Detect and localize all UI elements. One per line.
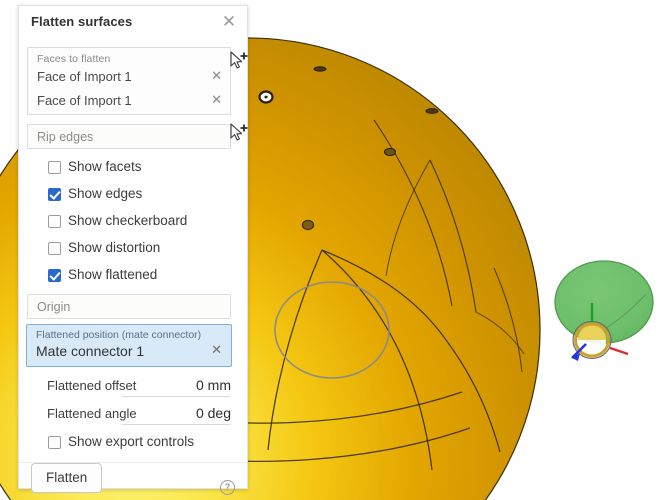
checkbox-row-show-distortion[interactable]: Show distortion (19, 240, 249, 260)
list-item[interactable]: Face of Import 1 ✕ (28, 66, 230, 90)
dialog-titlebar: Flatten surfaces ✕ (19, 6, 247, 39)
flattened-offset-row[interactable]: Flattened offset 0 mm (19, 377, 249, 399)
show-facets-checkbox[interactable] (48, 161, 61, 174)
faces-to-flatten-label: Faces to flatten (37, 53, 111, 65)
flattened-angle-value[interactable]: 0 deg (196, 405, 231, 421)
show-checkerboard-checkbox[interactable] (48, 215, 61, 228)
checkbox-row-show-checkerboard[interactable]: Show checkerboard (19, 213, 249, 233)
remove-icon[interactable]: ✕ (211, 69, 222, 84)
show-export-controls-checkbox[interactable] (48, 436, 61, 449)
list-item[interactable]: Face of Import 1 ✕ (28, 90, 230, 114)
show-edges-checkbox[interactable] (48, 188, 61, 201)
flattened-position-label: Flattened position (mate connector) (36, 329, 202, 341)
dialog-title: Flatten surfaces (31, 14, 133, 29)
flattened-angle-row[interactable]: Flattened angle 0 deg (19, 405, 249, 427)
flattened-offset-value[interactable]: 0 mm (196, 377, 231, 393)
dialog-body: Faces to flatten Face of Import 1 ✕ Face… (19, 38, 249, 495)
input-underline (122, 424, 230, 425)
help-question-icon[interactable]: ? (220, 480, 235, 495)
show-export-controls-label: Show export controls (68, 434, 195, 449)
faces-to-flatten-group[interactable]: Faces to flatten Face of Import 1 ✕ Face… (27, 47, 231, 115)
checkbox-row-show-edges[interactable]: Show edges (19, 186, 249, 206)
show-distortion-checkbox[interactable] (48, 242, 61, 255)
remove-icon[interactable]: ✕ (211, 343, 222, 358)
input-underline (122, 396, 230, 397)
origin-field[interactable]: Origin (27, 294, 231, 319)
show-flattened-label: Show flattened (68, 267, 158, 282)
select-cursor-plus-icon[interactable] (227, 122, 249, 144)
checkbox-row-show-flattened[interactable]: Show flattened (19, 267, 249, 287)
show-facets-label: Show facets (68, 159, 142, 174)
select-cursor-plus-icon[interactable] (227, 50, 249, 72)
show-flattened-checkbox[interactable] (48, 269, 61, 282)
checkbox-row-show-export-controls[interactable]: Show export controls (19, 434, 249, 454)
rip-edges-field[interactable]: Rip edges (27, 124, 231, 149)
flattened-position-value: Mate connector 1 (36, 343, 145, 359)
flattened-offset-label: Flattened offset (47, 378, 137, 393)
face-item-label: Face of Import 1 (37, 69, 132, 84)
show-distortion-label: Show distortion (68, 240, 161, 255)
app-root: Flatten surfaces ✕ Faces to flatten Face… (0, 0, 663, 500)
flatten-button[interactable]: Flatten (31, 463, 103, 493)
remove-icon[interactable]: ✕ (211, 93, 222, 108)
face-item-label: Face of Import 1 (37, 93, 132, 108)
show-edges-label: Show edges (68, 186, 143, 201)
flatten-surfaces-dialog[interactable]: Flatten surfaces ✕ Faces to flatten Face… (18, 5, 249, 495)
flattened-angle-label: Flattened angle (47, 406, 137, 421)
axis-x-red (609, 346, 629, 356)
checkbox-row-show-facets[interactable]: Show facets (19, 159, 249, 179)
rip-edges-placeholder: Rip edges (37, 130, 94, 144)
origin-placeholder: Origin (37, 300, 71, 314)
flattened-position-field[interactable]: Flattened position (mate connector) Mate… (26, 324, 232, 367)
close-icon[interactable]: ✕ (219, 12, 239, 32)
show-checkerboard-label: Show checkerboard (68, 213, 188, 228)
